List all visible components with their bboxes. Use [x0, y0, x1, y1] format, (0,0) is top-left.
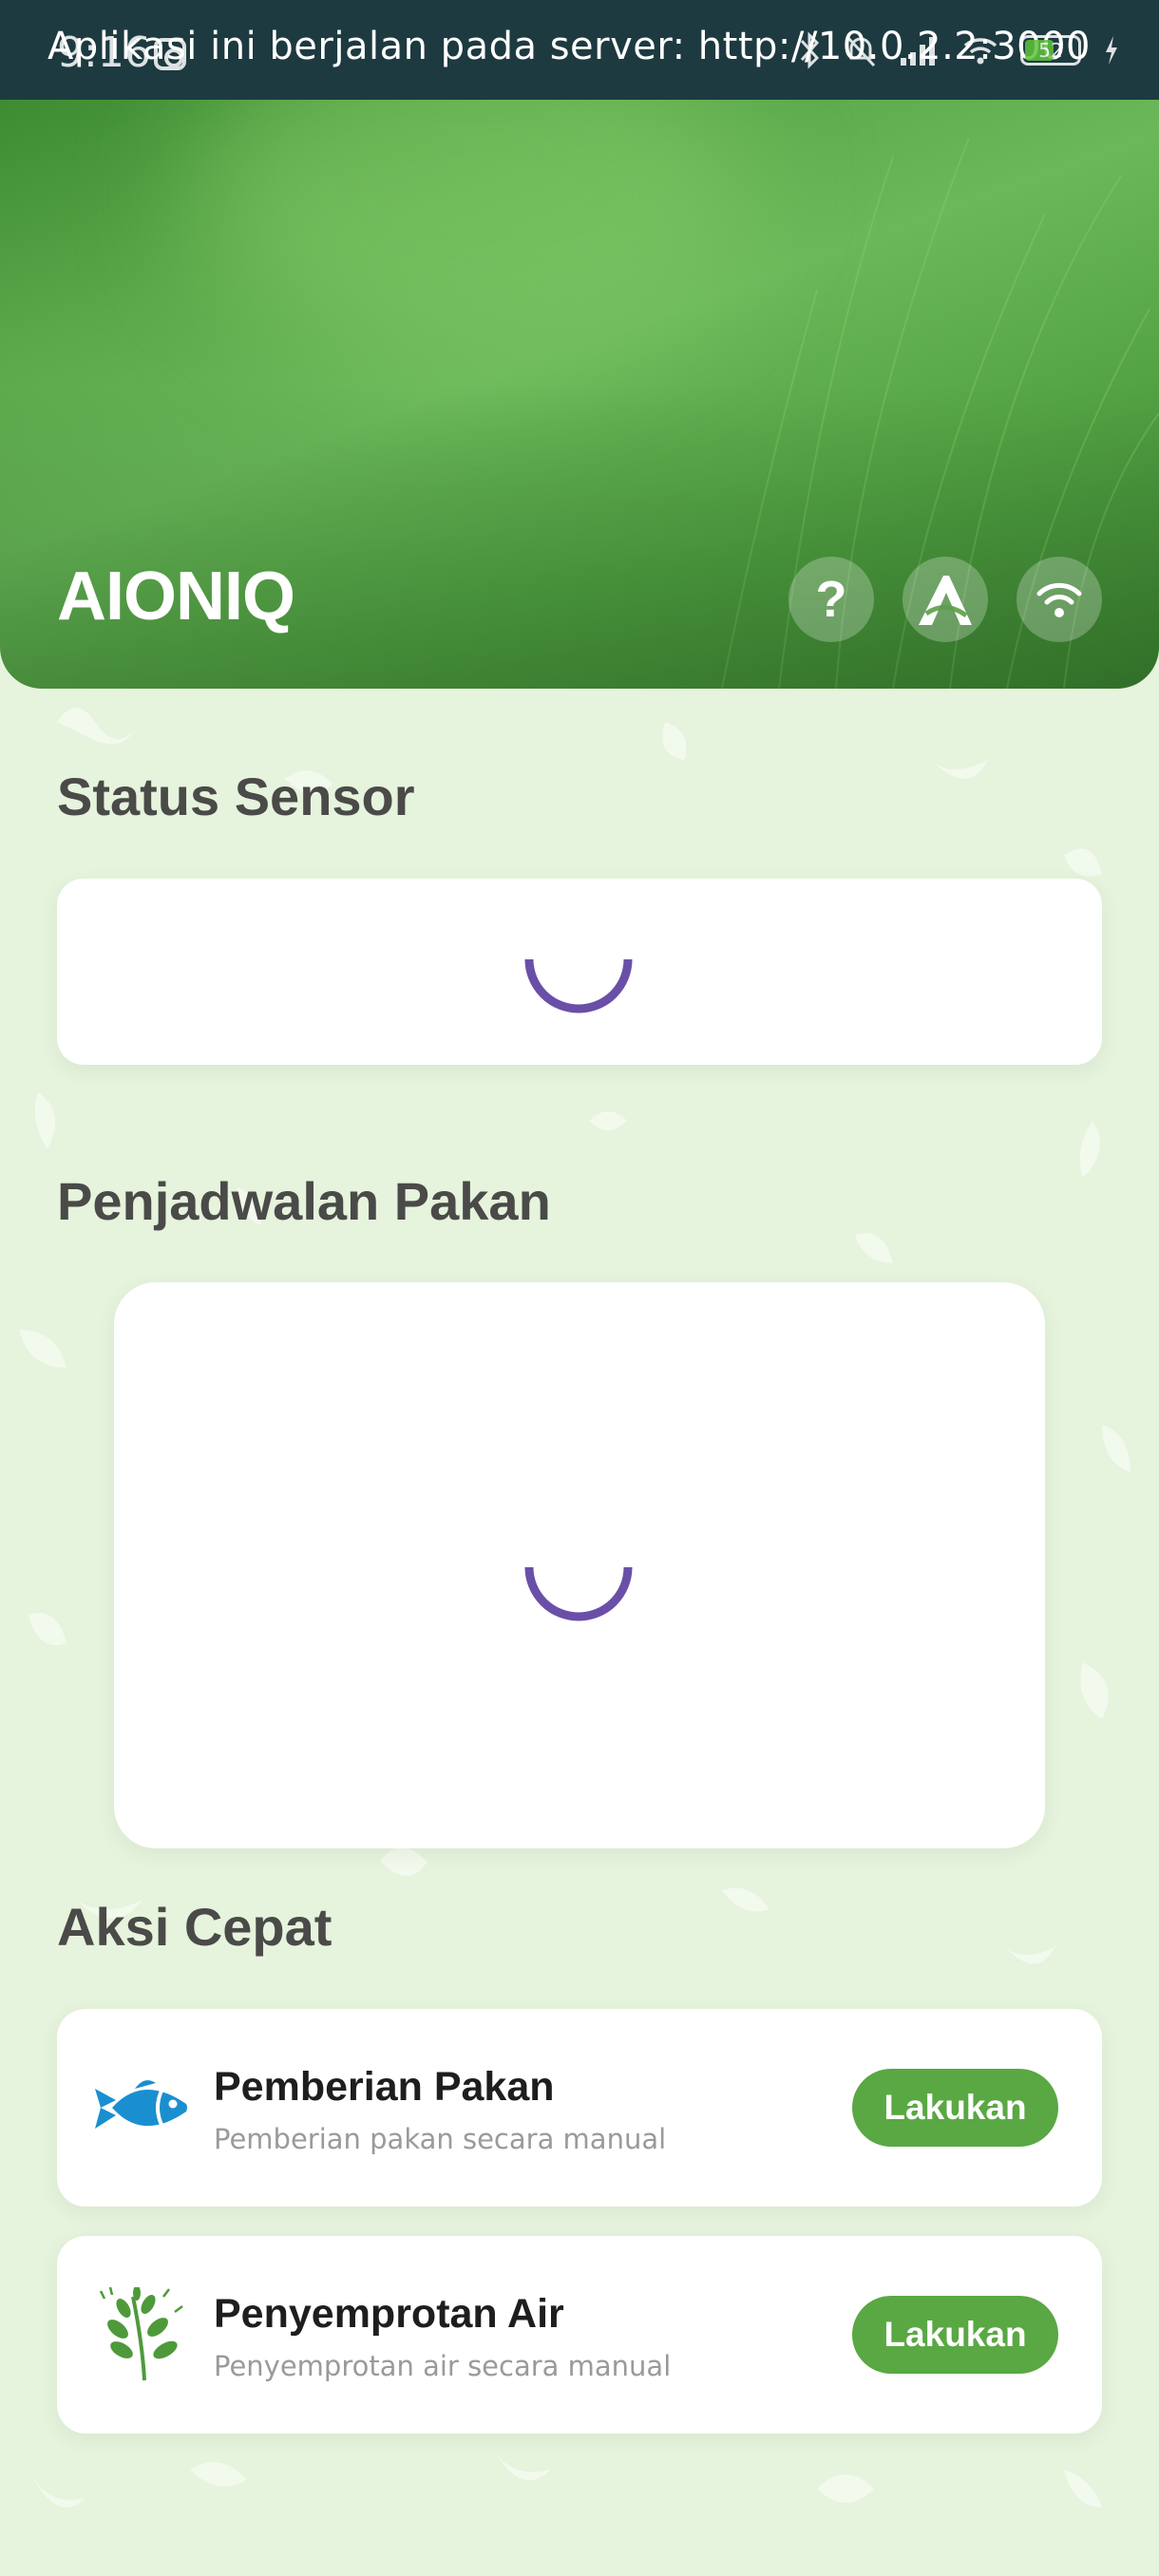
signal-icon	[901, 37, 935, 66]
schedule-card	[114, 1282, 1045, 1848]
bluetooth-icon	[800, 31, 820, 69]
status-bar: 9:16 Aplikasi ini berjalan pada server: …	[0, 0, 1159, 100]
quick-actions-title: Aksi Cepat	[57, 1897, 332, 1957]
help-icon: ?	[815, 571, 847, 628]
status-sensor-title: Status Sensor	[57, 767, 415, 826]
status-icons: 52	[798, 28, 1121, 72]
action-subtitle: Pemberian pakan secara manual	[214, 2123, 667, 2155]
action-title: Penyemprotan Air	[214, 2291, 564, 2337]
spray-now-button[interactable]: Lakukan	[852, 2296, 1058, 2374]
help-button[interactable]: ?	[788, 557, 874, 642]
header-banner: AIONIQ ?	[0, 100, 1159, 689]
logo-a-icon	[919, 576, 972, 625]
action-card-spraying: Penyemprotan Air Penyemprotan air secara…	[57, 2236, 1102, 2434]
battery-level: 52	[1038, 39, 1063, 62]
status-sensor-card	[57, 879, 1102, 1065]
feed-now-button[interactable]: Lakukan	[852, 2069, 1058, 2147]
loading-spinner	[524, 958, 633, 1013]
battery-icon: 52	[1020, 35, 1081, 66]
action-title: Pemberian Pakan	[214, 2064, 555, 2110]
wifi-connection-button[interactable]	[1016, 557, 1102, 642]
action-card-feeding: Pemberian Pakan Pemberian pakan secara m…	[57, 2009, 1102, 2207]
app-title: AIONIQ	[57, 559, 295, 635]
plant-icon	[99, 2287, 183, 2381]
fish-icon	[95, 2080, 187, 2129]
bell-muted-icon	[846, 35, 876, 67]
wifi-status-icon	[963, 38, 998, 65]
charging-icon	[1106, 36, 1117, 65]
action-subtitle: Penyemprotan air secara manual	[214, 2350, 672, 2382]
schedule-title: Penjadwalan Pakan	[57, 1171, 551, 1231]
loading-spinner	[524, 1566, 633, 1621]
wifi-icon	[1036, 582, 1082, 617]
profile-logo-button[interactable]	[902, 557, 988, 642]
